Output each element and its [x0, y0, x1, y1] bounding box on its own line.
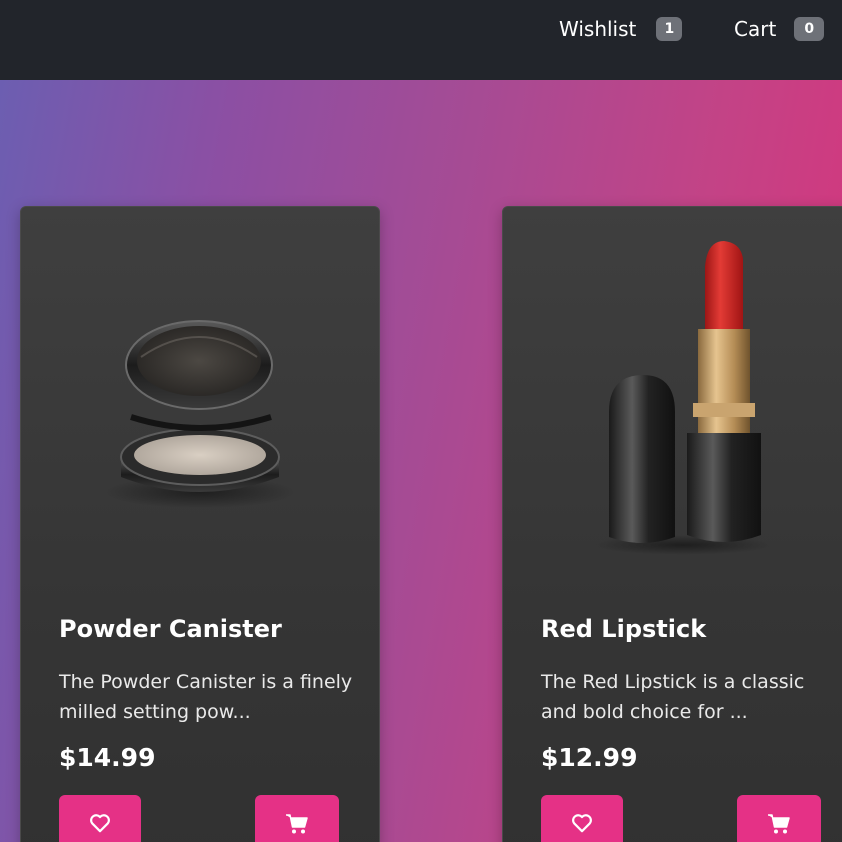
- top-navigation-bar: Wishlist 1 Cart 0: [0, 0, 842, 80]
- heart-icon: [90, 814, 110, 833]
- product-title: Powder Canister: [59, 615, 282, 643]
- wishlist-count-badge: 1: [656, 17, 683, 41]
- add-to-wishlist-button[interactable]: [541, 795, 623, 842]
- wishlist-link[interactable]: Wishlist 1: [559, 14, 683, 44]
- product-price: $14.99: [59, 743, 156, 772]
- wishlist-label: Wishlist: [559, 17, 637, 41]
- product-image-red-lipstick: [503, 207, 842, 587]
- cart-count-badge: 0: [794, 17, 825, 41]
- product-image-powder-canister: [21, 207, 379, 587]
- product-card-powder-canister: Powder Canister The Powder Canister is a…: [20, 206, 380, 842]
- product-title: Red Lipstick: [541, 615, 707, 643]
- product-price: $12.99: [541, 743, 638, 772]
- cart-label: Cart: [734, 17, 777, 41]
- cart-icon: [768, 814, 790, 834]
- add-to-cart-button[interactable]: [255, 795, 339, 842]
- add-to-wishlist-button[interactable]: [59, 795, 141, 842]
- product-card-red-lipstick: Red Lipstick The Red Lipstick is a class…: [502, 206, 842, 842]
- product-description: The Powder Canister is a finely milled s…: [59, 671, 353, 723]
- cart-link[interactable]: Cart 0: [734, 14, 825, 44]
- product-description: The Red Lipstick is a classic and bold c…: [541, 671, 805, 723]
- heart-icon: [572, 814, 592, 833]
- add-to-cart-button[interactable]: [737, 795, 821, 842]
- cart-icon: [286, 814, 308, 834]
